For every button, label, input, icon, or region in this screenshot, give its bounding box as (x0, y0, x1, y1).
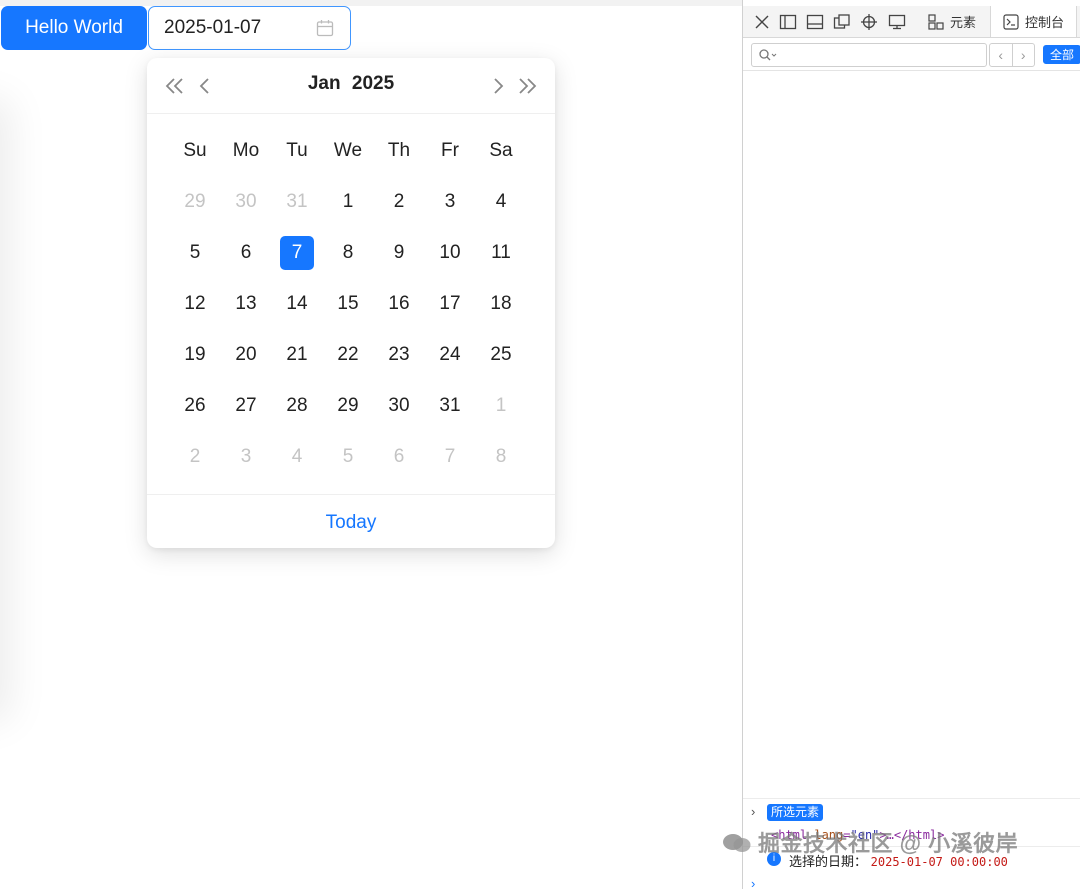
inspect-icon[interactable] (860, 13, 878, 31)
day-cell[interactable]: 22 (331, 338, 365, 372)
month-select[interactable]: Jan (308, 73, 341, 94)
date-picker-panel: Jan 2025 Su Mo Tu We Th Fr Sa 29 30 31 1 2 3 4 5 6 7 8 9 1… (147, 58, 555, 548)
day-cell[interactable]: 3 (433, 185, 467, 219)
today-button[interactable]: Today (147, 512, 555, 534)
devtools-panel: 元素 控制台 ‹ › 全部 › 所选元素 <html lang="en">…</… (742, 0, 1080, 889)
dock-bottom-icon[interactable] (806, 13, 824, 31)
devtools-toolbar: 元素 控制台 (743, 6, 1080, 38)
hello-world-button[interactable]: Hello World (1, 6, 147, 50)
picker-header: Jan 2025 (147, 58, 555, 114)
day-cell[interactable]: 7 (433, 440, 467, 474)
weekday-label: We (333, 140, 363, 161)
year-select[interactable]: 2025 (352, 73, 394, 94)
day-cell[interactable]: 6 (382, 440, 416, 474)
weekday-label: Tu (286, 140, 308, 161)
console-filter-input[interactable] (751, 43, 987, 67)
next-match-button[interactable]: › (1013, 44, 1035, 66)
day-cell[interactable]: 13 (229, 287, 263, 321)
day-cell[interactable]: 5 (178, 236, 212, 270)
day-cell[interactable]: 31 (280, 185, 314, 219)
day-cell[interactable]: 29 (331, 389, 365, 423)
selected-element-badge: 所选元素 (767, 804, 824, 821)
day-cell[interactable]: 21 (280, 338, 314, 372)
day-cell[interactable]: 20 (229, 338, 263, 372)
day-cell[interactable]: 4 (484, 185, 518, 219)
double-chevron-right-icon[interactable] (515, 74, 539, 98)
watermark: 掘金技术社区 @ 小溪彼岸 (722, 826, 1018, 858)
close-icon[interactable] (753, 13, 771, 31)
day-cell[interactable]: 18 (484, 287, 518, 321)
weekday-label: Su (183, 140, 207, 161)
search-icon (759, 49, 777, 61)
day-cell[interactable]: 2 (382, 185, 416, 219)
expand-caret-icon[interactable]: › (751, 804, 755, 819)
day-cell[interactable]: 15 (331, 287, 365, 321)
day-cell[interactable]: 31 (433, 389, 467, 423)
day-cell[interactable]: 27 (229, 389, 263, 423)
day-cell[interactable]: 17 (433, 287, 467, 321)
day-cell[interactable]: 6 (229, 236, 263, 270)
day-cell-selected[interactable]: 7 (280, 236, 314, 270)
day-cell[interactable]: 8 (331, 236, 365, 270)
day-cell[interactable]: 5 (331, 440, 365, 474)
day-cell[interactable]: 4 (280, 440, 314, 474)
filter-nav: ‹ › (989, 43, 1035, 67)
screen: Hello World 2025-01-07 Jan 2025 Su Mo Tu… (0, 0, 1080, 889)
day-cell[interactable]: 11 (484, 236, 518, 270)
dock-left-icon[interactable] (779, 13, 797, 31)
undock-icon[interactable] (833, 13, 851, 31)
picker-footer: Today (147, 494, 555, 548)
prev-match-button[interactable]: ‹ (990, 44, 1013, 66)
day-cell[interactable]: 19 (178, 338, 212, 372)
date-input-value: 2025-01-07 (164, 17, 262, 38)
day-cell[interactable]: 25 (484, 338, 518, 372)
watermark-text: 掘金技术社区 @ 小溪彼岸 (758, 831, 1019, 856)
device-icon[interactable] (888, 13, 906, 31)
day-cell[interactable]: 23 (382, 338, 416, 372)
day-cell[interactable]: 30 (382, 389, 416, 423)
day-cell[interactable]: 1 (331, 185, 365, 219)
day-cell[interactable]: 30 (229, 185, 263, 219)
day-cell[interactable]: 29 (178, 185, 212, 219)
calendar-icon (316, 20, 334, 37)
day-cell[interactable]: 26 (178, 389, 212, 423)
day-cell[interactable]: 14 (280, 287, 314, 321)
day-cell[interactable]: 16 (382, 287, 416, 321)
tab-console[interactable]: 控制台 (990, 6, 1078, 37)
day-cell[interactable]: 3 (229, 440, 263, 474)
chevron-right-icon[interactable] (486, 74, 510, 98)
weekday-label: Mo (232, 140, 260, 161)
log-separator (743, 798, 1080, 799)
day-cell[interactable]: 9 (382, 236, 416, 270)
filter-all-button[interactable]: 全部 (1043, 45, 1080, 64)
day-cell[interactable]: 24 (433, 338, 467, 372)
tab-elements[interactable]: 元素 (919, 6, 985, 37)
day-cell[interactable]: 2 (178, 440, 212, 474)
devtools-divider (743, 70, 1080, 71)
tab-console-label: 控制台 (1025, 15, 1065, 30)
weekday-label: Th (387, 140, 411, 161)
console-icon (1003, 13, 1019, 30)
day-cell[interactable]: 28 (280, 389, 314, 423)
weekday-label: Fr (441, 140, 459, 161)
day-cell[interactable]: 12 (178, 287, 212, 321)
wechat-icon (723, 834, 751, 852)
console-prompt[interactable]: › (751, 876, 755, 889)
tab-elements-label: 元素 (950, 15, 977, 30)
day-cell[interactable]: 10 (433, 236, 467, 270)
day-cell[interactable]: 1 (484, 389, 518, 423)
weekday-label: Sa (489, 140, 513, 161)
elements-icon (928, 13, 944, 30)
day-cell[interactable]: 8 (484, 440, 518, 474)
date-picker-input[interactable]: 2025-01-07 (148, 6, 351, 50)
